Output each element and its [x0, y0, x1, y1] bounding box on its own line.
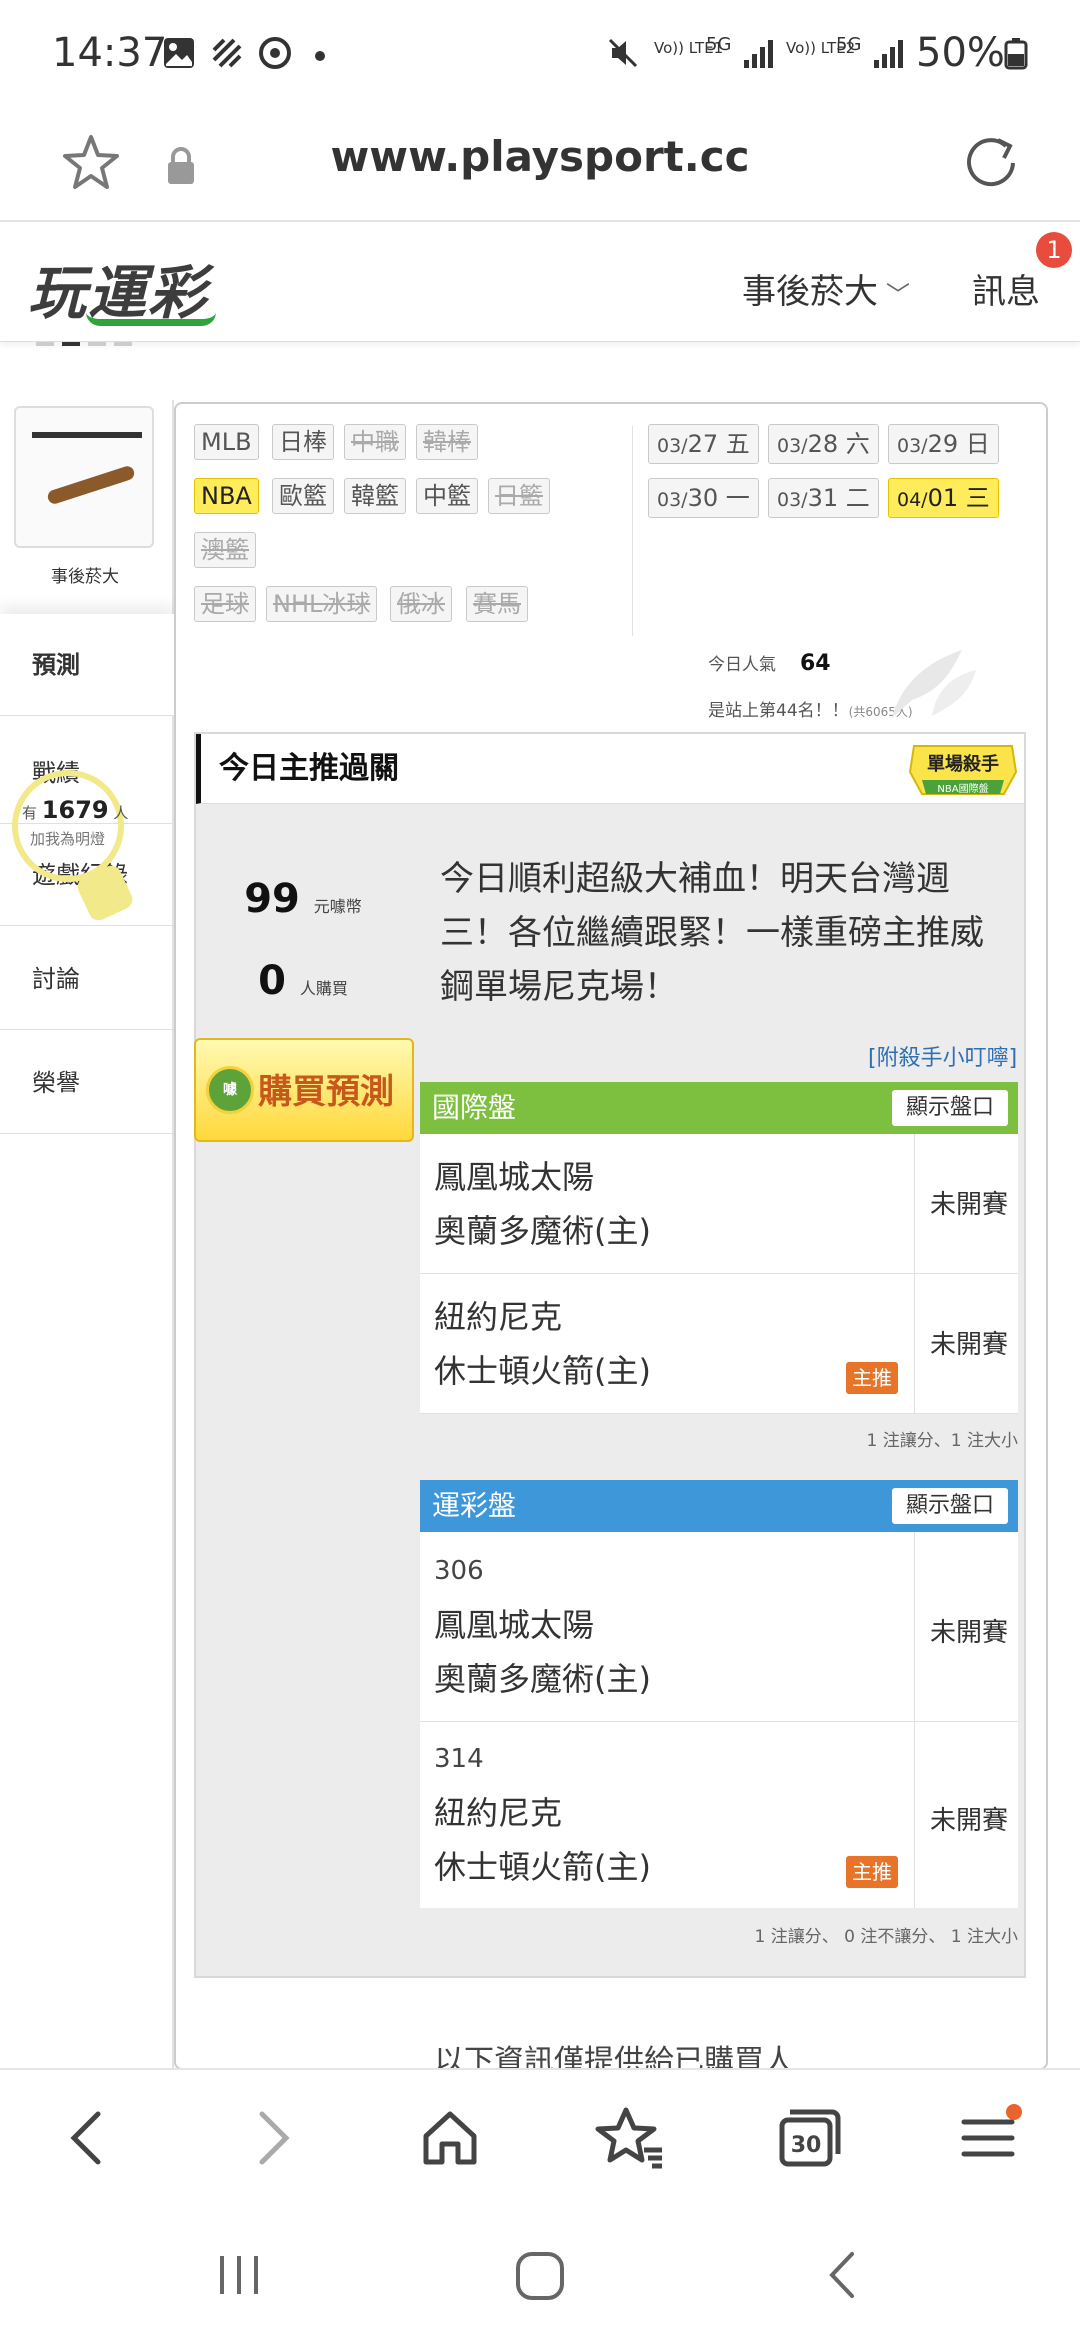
killer-tips-link[interactable]: [附殺手小叮嚀] [868, 1040, 1017, 1072]
sidebar-item-honors[interactable]: 榮譽 [0, 1032, 174, 1134]
sport-tag-nhl[interactable]: NHL冰球 [266, 586, 378, 622]
date-0329[interactable]: 03/29 日 [888, 424, 999, 464]
system-back-icon[interactable] [818, 2248, 872, 2302]
mute-icon [608, 38, 638, 68]
today-popularity: 今日人氣 64 [708, 651, 831, 676]
sports-show-odds-button[interactable]: 顯示盤口 [891, 1488, 1008, 1524]
date-0327[interactable]: 03/27 五 [648, 424, 759, 464]
address-bar: www.playsport.cc [0, 110, 1080, 222]
matchup: 鳳凰城太陽 奧蘭多魔術(主) [434, 1158, 651, 1250]
sidebar-item-predictions[interactable]: 預測 [0, 614, 174, 716]
game-status: 未開賽 [929, 1190, 1008, 1220]
featured-pick-badge: 主推 [846, 1856, 898, 1888]
date-0401[interactable]: 04/01 三 [888, 478, 999, 518]
signal-2-icon [874, 40, 903, 68]
buyers-count: 0 人購買 [258, 958, 348, 1004]
matchup: 306 鳳凰城太陽 奧蘭多魔術(主) [434, 1556, 651, 1698]
sports-table-header: 運彩盤 顯示盤口 [420, 1480, 1018, 1532]
table-row: 紐約尼克 休士頓火箭(主) 主推 未開賽 [420, 1274, 1018, 1414]
price: 99 元噱幣 [244, 876, 362, 922]
chevron-down-icon: ﹀ [886, 281, 910, 309]
intl-show-odds-button[interactable]: 顯示盤口 [891, 1090, 1008, 1126]
game-status: 未開賽 [929, 1618, 1008, 1648]
game-status: 未開賽 [929, 1806, 1008, 1836]
battery-icon [1004, 38, 1028, 70]
pick-message: 今日順利超級大補血！明天台灣週三！各位繼續跟緊！一樣重磅主推威鋼單場尼克場！ [440, 859, 984, 1007]
profile-thumbnail[interactable] [14, 406, 154, 548]
date-0331[interactable]: 03/31 二 [768, 478, 879, 518]
user-menu[interactable]: 事後菸大 ﹀ [742, 264, 910, 313]
home-button-icon[interactable] [512, 2248, 568, 2304]
site-header: 玩運彩 事後菸大 ﹀ 訊息 [0, 224, 1080, 342]
single-game-killer-badge: 單場殺手 NBA國際盤 [908, 745, 1018, 795]
battery-level: 50% [916, 30, 1005, 76]
sidebar-item-discussion[interactable]: 討論 [0, 928, 174, 1030]
reload-icon[interactable] [960, 132, 1022, 194]
dot-icon [315, 51, 325, 61]
messages-link[interactable]: 訊息 [972, 264, 1040, 313]
network-5g-2: 5G [836, 34, 862, 55]
sports-odds-table: 運彩盤 顯示盤口 306 鳳凰城太陽 奧蘭多魔術(主) 未開賽 314 紐約尼克 休士頓火… [420, 1480, 1018, 1908]
back-icon[interactable] [52, 2102, 124, 2174]
sport-tag-euro-basketball[interactable]: 歐籃 [272, 478, 334, 514]
chrome-icon [259, 37, 291, 69]
recent-apps-icon[interactable] [212, 2248, 266, 2302]
sport-tag-horse-racing[interactable]: 賽馬 [466, 586, 528, 622]
browser-toolbar: 30 [0, 2068, 1080, 2208]
system-navigation-bar [0, 2208, 1080, 2340]
game-status: 未開賽 [929, 1330, 1008, 1360]
svg-text:NBA國際盤: NBA國際盤 [937, 782, 988, 795]
leaf-decoration-icon [892, 650, 976, 718]
profile-sidebar: 事後菸大 預測 戰績 遊戲紀錄 討論 榮譽 [0, 400, 174, 2070]
sport-tag-kbo[interactable]: 韓棒 [416, 424, 478, 460]
network-5g-1: 5G [706, 34, 732, 55]
bookmarks-icon[interactable] [594, 2102, 666, 2174]
tabs-icon[interactable]: 30 [772, 2102, 844, 2174]
intl-table-note: 1 注讓分、1 注大小 [866, 1431, 1018, 1451]
sport-tag-cpbl[interactable]: 中職 [344, 424, 406, 460]
profile-name: 事後菸大 [51, 567, 119, 587]
fans-count: 有 1679 人 [22, 796, 129, 824]
table-row: 鳳凰城太陽 奧蘭多魔術(主) 未開賽 [420, 1134, 1018, 1274]
table-row: 306 鳳凰城太陽 奧蘭多魔術(主) 未開賽 [420, 1532, 1018, 1722]
svg-text:30: 30 [791, 2133, 822, 2158]
matchup: 紐約尼克 休士頓火箭(主) [434, 1298, 651, 1390]
date-0328[interactable]: 03/28 六 [768, 424, 879, 464]
intl-odds-table: 國際盤 顯示盤口 鳳凰城太陽 奧蘭多魔術(主) 未開賽 紐約尼克 休士頓火箭(主) 主… [420, 1082, 1018, 1414]
buy-prediction-button[interactable]: 噱購買預測 [194, 1038, 414, 1142]
matchup: 314 紐約尼克 休士頓火箭(主) [434, 1744, 651, 1886]
sport-tag-soccer[interactable]: 足球 [194, 586, 256, 622]
fans-caption[interactable]: 加我為明燈 [30, 828, 105, 849]
messages-badge: 1 [1036, 232, 1072, 268]
menu-icon[interactable] [952, 2102, 1024, 2174]
site-logo[interactable]: 玩運彩 [28, 246, 216, 330]
url-text[interactable]: www.playsport.cc [0, 132, 1080, 181]
sport-tag-japan-basketball[interactable]: 日籃 [488, 478, 550, 514]
sport-tag-npb[interactable]: 日棒 [272, 424, 334, 460]
featured-pick-badge: 主推 [846, 1362, 898, 1394]
sport-tag-mlb[interactable]: MLB [194, 424, 259, 460]
sport-tag-china-basketball[interactable]: 中籃 [416, 478, 478, 514]
clock: 14:37 [52, 30, 168, 76]
forward-icon[interactable] [236, 2102, 308, 2174]
scroll-indicator [36, 342, 132, 348]
coin-icon: 噱 [206, 1066, 254, 1114]
filter-divider [632, 426, 633, 636]
status-bar: 14:37 Vo)) LTE1 5G Vo)) LTE2 5G 50% [0, 0, 1080, 110]
sport-tag-aus-basketball[interactable]: 澳籃 [194, 532, 256, 568]
signal-1-icon [744, 40, 773, 68]
home-icon[interactable] [414, 2102, 486, 2174]
sport-tag-nba[interactable]: NBA [194, 478, 259, 514]
sport-tag-khl[interactable]: 俄冰 [390, 586, 452, 622]
notification-icon [212, 38, 242, 68]
sports-table-note: 1 注讓分、 0 注不讓分、 1 注大小 [754, 1927, 1018, 1947]
intl-table-header: 國際盤 顯示盤口 [420, 1082, 1018, 1134]
sport-tag-korea-basketball[interactable]: 韓籃 [344, 478, 406, 514]
table-row: 314 紐約尼克 休士頓火箭(主) 主推 未開賽 [420, 1722, 1018, 1908]
gallery-icon [164, 38, 194, 68]
date-0330[interactable]: 03/30 一 [648, 478, 759, 518]
pick-card-title: 今日主推過關 [196, 734, 1024, 804]
svg-text:單場殺手: 單場殺手 [927, 753, 999, 775]
